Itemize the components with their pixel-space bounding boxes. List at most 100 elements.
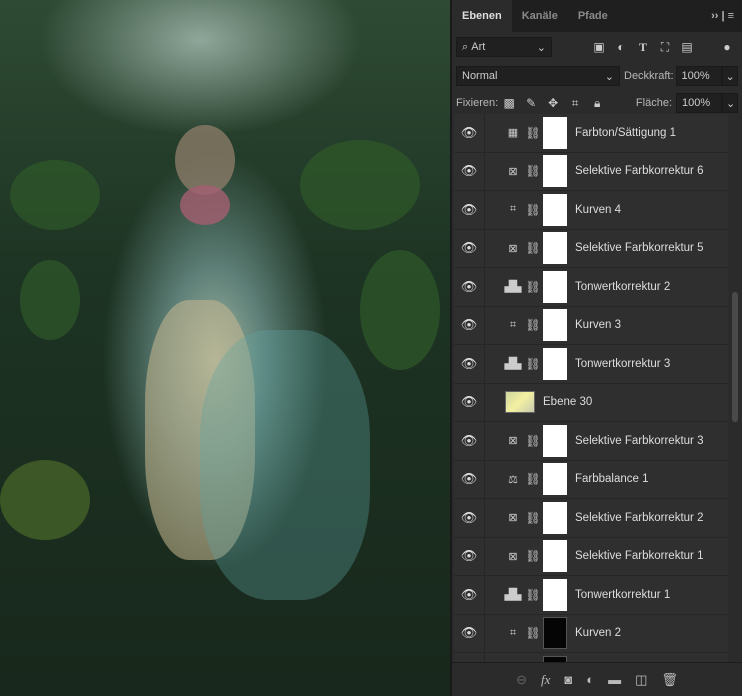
layer-name: Selektive Farbkorrektur 3 [575,434,704,447]
filter-kind-select[interactable]: ⌕ Art ⌄ [456,37,552,57]
lock-brush-icon[interactable]: ✎ [524,96,538,110]
selective-color-icon: ⊠ [508,165,518,178]
layer-mask-thumbnail[interactable] [543,540,567,573]
filter-pixel-icon[interactable]: ▣ [592,40,606,54]
tab-ebenen[interactable]: Ebenen [452,0,512,32]
scrollbar-thumb[interactable] [732,292,738,422]
visibility-eye-icon[interactable]: 👁︎ [454,587,484,603]
link-chain-icon[interactable]: ⛓︎ [523,357,543,371]
panel-menu-button[interactable]: ›› | ≡ [711,10,742,22]
filter-kind-label: Art [471,41,486,53]
layer-row[interactable]: 👁︎ ⊠ ⛓︎ Selektive Farbkorrektur 3 [454,421,728,461]
layer-mask-thumbnail[interactable] [543,424,567,457]
layer-list: 👁︎ ▦ ⛓︎ Farbton/Sättigung 1 👁︎ ⊠ ⛓︎ Selektive F… [454,114,728,662]
layer-row[interactable]: 👁︎ ⊠ ⛓︎ Selektive Farbkorrektur 6 [454,152,728,191]
visibility-eye-icon[interactable]: 👁︎ [454,317,484,333]
link-chain-icon[interactable]: ⛓︎ [523,280,543,294]
opacity-input[interactable]: 100% [675,66,722,86]
fill-dropdown[interactable]: ⌄ [722,93,738,113]
lock-move-icon[interactable]: ✥ [546,96,560,110]
link-chain-icon[interactable]: ⛓︎ [523,588,543,602]
layer-row[interactable]: 👁︎ ⌗ ⛓︎ Kurven 2 [454,614,728,653]
selective-color-icon: ⊠ [508,435,518,448]
divider [484,421,485,460]
layer-row[interactable]: 👁︎ ▟▙ ⛓︎ Tonwertkorrektur 3 [454,344,728,384]
new-group-icon[interactable]: ▬ [608,672,621,687]
layer-mask-thumbnail[interactable] [543,232,567,265]
fx-icon[interactable]: fx [541,672,550,688]
filter-adjustment-icon[interactable]: ◐ [614,40,628,54]
tab-kanaele[interactable]: Kanäle [512,0,568,32]
lock-artboard-icon[interactable]: ⌗ [568,96,582,110]
opacity-dropdown[interactable]: ⌄ [721,66,738,86]
layer-name: Tonwertkorrektur 3 [575,357,671,370]
layer-mask-thumbnail[interactable] [543,309,567,342]
levels-icon: ▟▙ [504,589,522,602]
layer-row[interactable]: 👁︎ ⊠ ⛓︎ Selektive Farbkorrektur 5 [454,229,728,268]
visibility-eye-icon[interactable]: 👁︎ [454,625,484,641]
chevron-down-icon: ⌄ [604,70,614,83]
link-chain-icon[interactable]: ⛓︎ [523,241,543,255]
link-chain-icon[interactable]: ⛓︎ [523,434,543,448]
visibility-eye-icon[interactable]: 👁︎ [454,394,484,410]
visibility-eye-icon[interactable]: 👁︎ [454,471,484,487]
layer-mask-thumbnail[interactable] [543,193,567,226]
filter-type-icon[interactable]: T [636,40,650,54]
new-adjustment-icon[interactable]: ◐ [586,672,594,687]
trash-icon[interactable]: 🗑︎ [661,672,678,688]
add-mask-icon[interactable]: ◙ [564,672,572,687]
link-chain-icon[interactable]: ⛓︎ [523,318,543,332]
link-chain-icon[interactable]: ⛓︎ [523,511,543,525]
lock-all-icon[interactable]: 🔒︎ [590,96,604,110]
layers-panel: Ebenen Kanäle Pfade ›› | ≡ ⌕ Art ⌄ ▣ ◐ T … [450,0,742,696]
new-layer-icon[interactable]: ◫ [635,672,647,688]
visibility-eye-icon[interactable]: 👁︎ [454,356,484,372]
visibility-eye-icon[interactable]: 👁︎ [454,433,484,449]
layer-row[interactable]: 👁︎ ⌗ ⛓︎ Kurven 4 [454,190,728,230]
visibility-eye-icon[interactable]: 👁︎ [454,240,484,256]
visibility-eye-icon[interactable]: 👁︎ [454,548,484,564]
layer-row[interactable]: 👁︎ ⊠ ⛓︎ Selektive Farbkorrektur 1 [454,537,728,576]
layer-scrollbar[interactable] [731,114,739,662]
layer-row[interactable]: 👁︎ ▟▙ ⛓︎ Tonwertkorrektur 2 [454,267,728,307]
filter-toggle-icon[interactable]: ● [720,40,734,54]
layer-mask-thumbnail[interactable] [543,155,567,188]
layer-row[interactable]: 👁︎ ⌗ ⛓︎ Kurven 3 [454,306,728,345]
filter-smartobject-icon[interactable]: ▤ [680,40,694,54]
link-chain-icon[interactable]: ⛓︎ [523,472,543,486]
divider [484,383,485,422]
link-chain-icon[interactable]: ⛓︎ [523,126,543,140]
visibility-eye-icon[interactable]: 👁︎ [454,125,484,141]
blend-mode-select[interactable]: Normal ⌄ [456,66,620,86]
layer-mask-thumbnail[interactable] [543,347,567,380]
layer-mask-thumbnail[interactable] [543,501,567,534]
fill-input[interactable]: 100% [676,93,722,113]
lock-transparent-icon[interactable]: ▩ [502,96,516,110]
link-chain-icon[interactable]: ⛓︎ [523,203,543,217]
layer-row[interactable]: 👁︎ ⚖ ⛓︎ Farbbalance 1 [454,460,728,499]
layer-row[interactable]: 👁︎ ⊠ ⛓︎ Selektive Farbkorrektur 2 [454,498,728,538]
link-chain-icon[interactable]: ⛓︎ [523,549,543,563]
layer-mask-thumbnail[interactable] [543,463,567,496]
layer-row[interactable]: 👁︎⌗⛓︎ [454,652,728,662]
layer-name: Kurven 2 [575,627,622,640]
layer-mask-thumbnail[interactable] [543,116,567,149]
divider [484,114,485,152]
visibility-eye-icon[interactable]: 👁︎ [454,279,484,295]
visibility-eye-icon[interactable]: 👁︎ [454,202,484,218]
link-chain-icon[interactable]: ⛓︎ [523,626,543,640]
layer-row[interactable]: 👁︎ ▦ ⛓︎ Farbton/Sättigung 1 [454,114,728,153]
layer-mask-thumbnail[interactable] [543,617,567,650]
link-chain-icon[interactable]: ⛓︎ [523,164,543,178]
layer-row[interactable]: 👁︎ ▟▙ ⛓︎ Tonwertkorrektur 1 [454,575,728,615]
layer-mask-thumbnail[interactable] [543,270,567,303]
link-layers-icon[interactable]: ⊖ [516,672,527,688]
color-balance-icon: ⚖ [508,473,518,486]
layer-mask-thumbnail[interactable] [543,578,567,611]
visibility-eye-icon[interactable]: 👁︎ [454,163,484,179]
layer-row[interactable]: 👁︎ Ebene 30 [454,383,728,422]
visibility-eye-icon[interactable]: 👁︎ [454,510,484,526]
tab-pfade[interactable]: Pfade [568,0,618,32]
filter-shape-icon[interactable]: ⛶ [658,40,672,54]
layer-name: Farbbalance 1 [575,473,649,486]
